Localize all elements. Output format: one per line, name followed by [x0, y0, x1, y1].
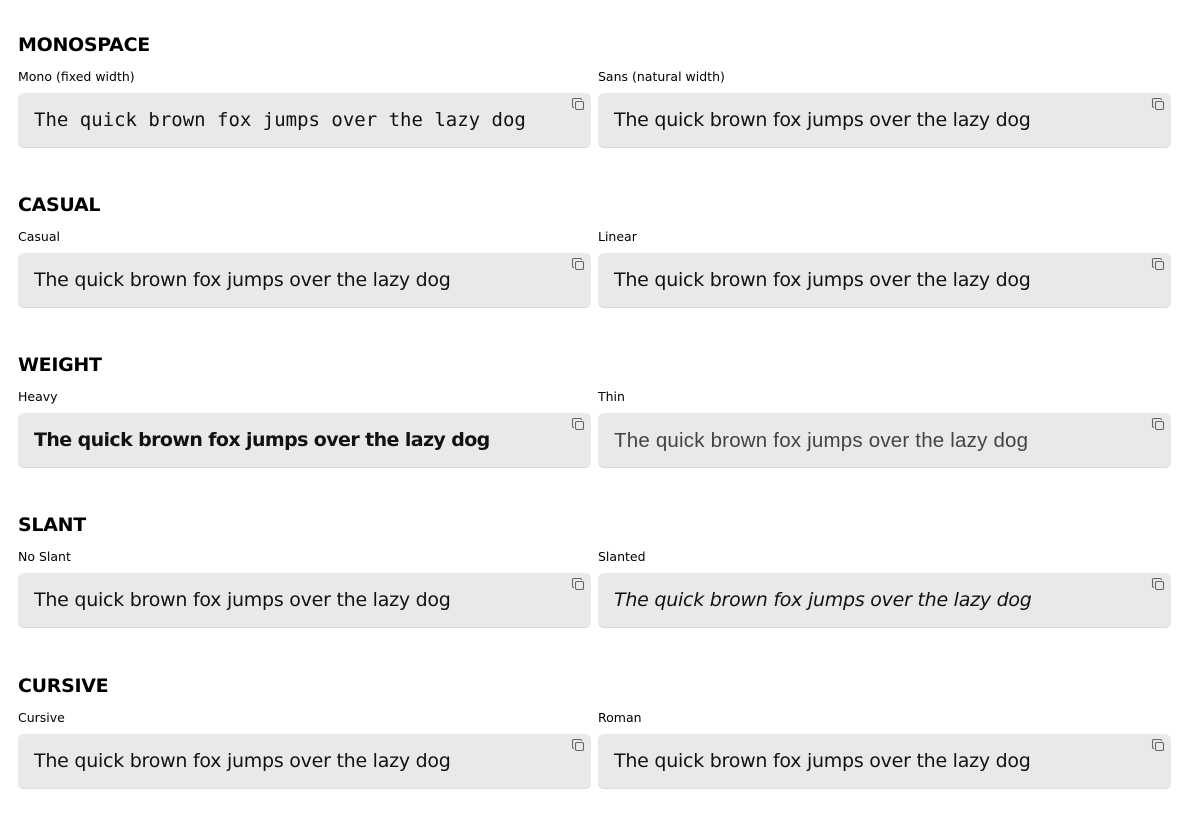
sample-sans: Sans (natural width) The quick brown fox…: [598, 69, 1171, 148]
sample-label: Roman: [598, 710, 642, 725]
sample-box: The quick brown fox jumps over the lazy …: [598, 253, 1171, 308]
sample-label: Mono (fixed width): [18, 69, 135, 84]
sample-box: The quick brown fox jumps over the lazy …: [598, 573, 1171, 628]
sample-text: The quick brown fox jumps over the lazy …: [34, 750, 451, 772]
sample-slanted: Slanted The quick brown fox jumps over t…: [598, 549, 1171, 628]
sample-box: The quick brown fox jumps over the lazy …: [18, 253, 591, 308]
sample-label: Cursive: [18, 710, 65, 725]
sample-text: The quick brown fox jumps over the lazy …: [614, 109, 1031, 131]
copy-icon[interactable]: [571, 738, 586, 753]
sample-thin: Thin The quick brown fox jumps over the …: [598, 389, 1171, 468]
section-title: MONOSPACE: [18, 34, 150, 56]
section-title: CURSIVE: [18, 675, 109, 697]
section-title: WEIGHT: [18, 354, 102, 376]
sample-text: The quick brown fox jumps over the lazy …: [614, 750, 1031, 772]
sample-casual: Casual The quick brown fox jumps over th…: [18, 229, 591, 308]
sample-text: The quick brown fox jumps over the lazy …: [614, 589, 1032, 611]
font-specimen-page: MONOSPACE Mono (fixed width) The quick b…: [0, 0, 1195, 830]
sample-label: Sans (natural width): [598, 69, 725, 84]
sample-box: The quick brown fox jumps over the lazy …: [598, 93, 1171, 148]
sample-box: The quick brown fox jumps over the lazy …: [18, 734, 591, 789]
sample-text: The quick brown fox jumps over the lazy …: [34, 589, 451, 611]
sample-label: No Slant: [18, 549, 71, 564]
copy-icon[interactable]: [1151, 577, 1166, 592]
sample-cursive: Cursive The quick brown fox jumps over t…: [18, 710, 591, 789]
copy-icon[interactable]: [1151, 738, 1166, 753]
sample-mono: Mono (fixed width) The quick brown fox j…: [18, 69, 591, 148]
sample-label: Heavy: [18, 389, 58, 404]
section-title: SLANT: [18, 514, 86, 536]
copy-icon[interactable]: [1151, 257, 1166, 272]
sample-label: Thin: [598, 389, 625, 404]
sample-label: Casual: [18, 229, 60, 244]
copy-icon[interactable]: [1151, 417, 1166, 432]
copy-icon[interactable]: [571, 97, 586, 112]
sample-text: The quick brown fox jumps over the lazy …: [34, 269, 451, 291]
sample-text: The quick brown fox jumps over the lazy …: [614, 429, 1029, 452]
sample-box: The quick brown fox jumps over the lazy …: [18, 413, 591, 468]
sample-box: The quick brown fox jumps over the lazy …: [18, 573, 591, 628]
sample-box: The quick brown fox jumps over the lazy …: [18, 93, 591, 148]
sample-text: The quick brown fox jumps over the lazy …: [34, 429, 490, 451]
sample-label: Slanted: [598, 549, 646, 564]
copy-icon[interactable]: [571, 417, 586, 432]
sample-no-slant: No Slant The quick brown fox jumps over …: [18, 549, 591, 628]
copy-icon[interactable]: [571, 257, 586, 272]
sample-text: The quick brown fox jumps over the lazy …: [614, 269, 1031, 291]
sample-linear: Linear The quick brown fox jumps over th…: [598, 229, 1171, 308]
copy-icon[interactable]: [571, 577, 586, 592]
sample-box: The quick brown fox jumps over the lazy …: [598, 734, 1171, 789]
copy-icon[interactable]: [1151, 97, 1166, 112]
sample-roman: Roman The quick brown fox jumps over the…: [598, 710, 1171, 789]
sample-text: The quick brown fox jumps over the lazy …: [34, 109, 526, 131]
sample-heavy: Heavy The quick brown fox jumps over the…: [18, 389, 591, 468]
section-title: CASUAL: [18, 194, 101, 216]
sample-label: Linear: [598, 229, 637, 244]
sample-box: The quick brown fox jumps over the lazy …: [598, 413, 1171, 468]
